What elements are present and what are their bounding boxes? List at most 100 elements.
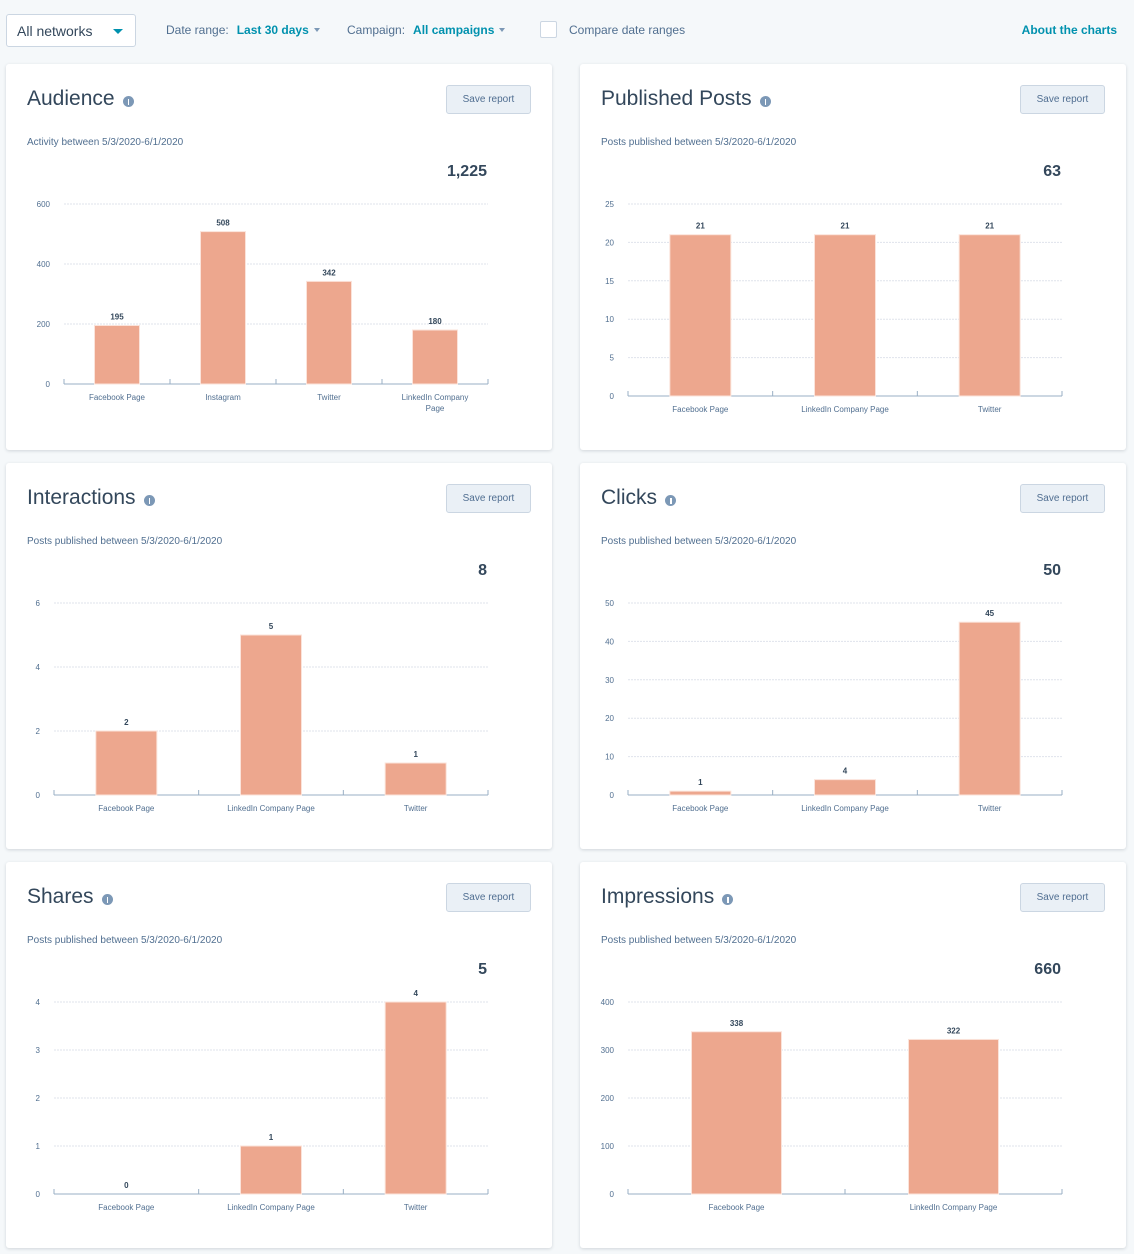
- bar-twitter[interactable]: [384, 1001, 447, 1195]
- bar-linkedin-company-page[interactable]: [814, 779, 876, 796]
- x-category-label: Facebook Page: [89, 393, 146, 402]
- clicks-card: Clicks Save report Posts published between…: [580, 463, 1126, 849]
- info-icon[interactable]: [665, 494, 676, 506]
- card-subtitle: Posts published between 5/3/2020-6/1/202…: [27, 536, 223, 547]
- bar-linkedin-company-page[interactable]: [908, 1038, 999, 1195]
- y-tick-label: 200: [601, 1094, 615, 1103]
- card-title: Shares: [27, 885, 113, 909]
- x-category-label: Facebook Page: [672, 804, 729, 813]
- y-tick-label: 10: [605, 753, 614, 762]
- card-subtitle: Activity between 5/3/2020-6/1/2020: [27, 137, 184, 148]
- card-title-text: Impressions: [601, 885, 715, 908]
- card-total: 8: [478, 562, 487, 579]
- card-title: Audience: [27, 87, 134, 111]
- bar-value-label: 4: [843, 767, 848, 776]
- x-category-label: Facebook Page: [98, 1203, 155, 1212]
- x-category-label: Twitter: [404, 804, 428, 813]
- card-title-text: Shares: [27, 885, 94, 908]
- x-category-label: Twitter: [978, 804, 1002, 813]
- save-report-button[interactable]: Save report: [446, 85, 531, 114]
- y-tick-label: 1: [36, 1142, 41, 1151]
- impressions-card: Impressions Save report Posts published be…: [580, 862, 1126, 1248]
- y-tick-label: 400: [37, 260, 51, 269]
- bar-linkedin-company-page[interactable]: [240, 634, 302, 796]
- bar-linkedin-company-page[interactable]: [814, 234, 876, 397]
- bar-facebook-page[interactable]: [669, 790, 732, 796]
- bar-chart: 0 2 4 6 2 Facebook Page 5 LinkedIn Company Page…: [36, 599, 489, 813]
- y-tick-label: 4: [36, 998, 41, 1007]
- bar-facebook-page[interactable]: [669, 234, 732, 397]
- y-tick-label: 100: [601, 1142, 615, 1151]
- x-category-label: Instagram: [205, 393, 241, 402]
- bar-value-label: 0: [124, 1181, 129, 1190]
- x-category-label: LinkedIn Company Page: [801, 804, 889, 813]
- x-category-label: Facebook Page: [98, 804, 155, 813]
- y-tick-label: 50: [605, 599, 614, 608]
- y-tick-label: 6: [36, 599, 41, 608]
- bar-facebook-page[interactable]: [691, 1031, 782, 1195]
- y-tick-label: 2: [36, 727, 41, 736]
- about-charts-link[interactable]: About the charts: [1022, 23, 1117, 37]
- bar-instagram[interactable]: [200, 231, 246, 385]
- card-title: Clicks: [601, 486, 676, 510]
- about-charts-label: About the charts: [1021, 23, 1117, 37]
- compare-date-ranges: Compare date ranges: [540, 21, 685, 38]
- bar-twitter[interactable]: [306, 280, 352, 385]
- save-report-button[interactable]: Save report: [446, 883, 531, 912]
- info-icon[interactable]: [759, 95, 771, 107]
- info-icon[interactable]: [722, 893, 734, 905]
- card-subtitle: Posts published between 5/3/2020-6/1/202…: [601, 536, 797, 547]
- bar-facebook-page[interactable]: [94, 325, 140, 385]
- bar-facebook-page[interactable]: [95, 730, 158, 796]
- x-category-label: LinkedIn Company: [402, 393, 469, 402]
- info-icon[interactable]: [101, 893, 113, 905]
- card-total: 660: [1034, 961, 1061, 978]
- card-title: Impressions: [601, 885, 734, 909]
- bar-value-label: 21: [696, 222, 705, 231]
- save-report-button[interactable]: Save report: [1020, 484, 1105, 513]
- save-report-button[interactable]: Save report: [446, 484, 531, 513]
- card-subtitle: Posts published between 5/3/2020-6/1/202…: [27, 935, 223, 946]
- card-total: 5: [478, 961, 487, 978]
- bar-twitter[interactable]: [958, 621, 1021, 796]
- campaign-filter: Campaign: All campaigns: [347, 23, 506, 37]
- card-subtitle: Posts published between 5/3/2020-6/1/202…: [601, 935, 797, 946]
- bar-value-label: 2: [124, 718, 129, 727]
- compare-checkbox[interactable]: [540, 21, 557, 38]
- y-tick-label: 5: [610, 354, 615, 363]
- date-range-dropdown[interactable]: Last 30 days: [237, 23, 309, 37]
- card-title-text: Clicks: [601, 486, 657, 509]
- bar-chart: 0 200 400 600 195 Facebook Page 508 Instagram 34…: [37, 200, 489, 413]
- save-report-button[interactable]: Save report: [1020, 85, 1105, 114]
- y-tick-label: 600: [37, 200, 51, 209]
- bar-twitter[interactable]: [384, 762, 447, 796]
- x-category-label: Facebook Page: [672, 405, 729, 414]
- info-icon[interactable]: [122, 95, 134, 107]
- card-title-text: Audience: [27, 87, 115, 110]
- y-tick-label: 25: [605, 200, 614, 209]
- card-subtitle: Posts published between 5/3/2020-6/1/202…: [601, 137, 797, 148]
- bar-value-label: 1: [269, 1133, 274, 1142]
- bar-linkedin-company-page[interactable]: [412, 329, 458, 385]
- y-tick-label: 4: [36, 663, 41, 672]
- bar-twitter[interactable]: [958, 234, 1021, 397]
- filter-toolbar: All networks Date range: Last 30 days Ca…: [0, 0, 1134, 60]
- bar-value-label: 338: [730, 1019, 744, 1028]
- network-select[interactable]: All networks: [6, 14, 136, 47]
- y-tick-label: 2: [36, 1094, 41, 1103]
- info-icon[interactable]: [143, 494, 155, 506]
- bar-value-label: 4: [413, 989, 418, 998]
- interactions-card: Interactions Save report Posts published b…: [6, 463, 552, 849]
- bar-value-label: 45: [985, 609, 994, 618]
- x-category-label-line2: Page: [426, 404, 445, 413]
- bar-linkedin-company-page[interactable]: [240, 1145, 302, 1195]
- bar-value-label: 21: [985, 222, 994, 231]
- y-tick-label: 20: [605, 238, 614, 247]
- campaign-dropdown[interactable]: All campaigns: [413, 23, 494, 37]
- bar-value-label: 5: [269, 622, 274, 631]
- bar-value-label: 1: [698, 778, 703, 787]
- save-report-button[interactable]: Save report: [1020, 883, 1105, 912]
- bar-value-label: 508: [216, 219, 230, 228]
- x-category-label: LinkedIn Company Page: [227, 804, 315, 813]
- y-tick-label: 0: [36, 1190, 41, 1199]
